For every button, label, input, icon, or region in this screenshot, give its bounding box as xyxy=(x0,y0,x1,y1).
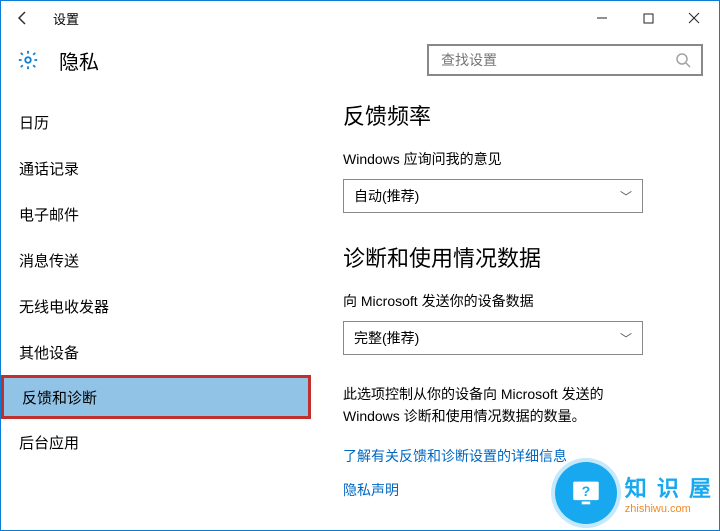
dropdown-value: 自动(推荐) xyxy=(354,186,419,206)
watermark-text-cn: 知 识 屋 xyxy=(625,471,713,503)
section-title-diagnostics: 诊断和使用情况数据 xyxy=(343,241,687,273)
sidebar-item-label: 无线电收发器 xyxy=(19,296,109,317)
search-field[interactable] xyxy=(439,51,675,69)
sidebar-item-label: 消息传送 xyxy=(19,250,79,271)
sidebar-item-label: 日历 xyxy=(19,112,49,133)
sidebar: 日历 通话记录 电子邮件 消息传送 无线电收发器 其他设备 反馈和诊断 后台应用 xyxy=(1,85,311,530)
gear-icon xyxy=(17,49,39,71)
sidebar-item-label: 其他设备 xyxy=(19,342,79,363)
sidebar-item-feedback-diagnostics[interactable]: 反馈和诊断 xyxy=(1,375,311,419)
sidebar-item-radios[interactable]: 无线电收发器 xyxy=(1,283,311,329)
back-button[interactable] xyxy=(7,3,39,33)
chevron-down-icon: ﹀ xyxy=(620,330,632,347)
sidebar-item-label: 反馈和诊断 xyxy=(22,387,97,408)
window-title: 设置 xyxy=(53,9,79,28)
svg-text:?: ? xyxy=(581,484,590,500)
close-button[interactable] xyxy=(671,3,717,33)
section-title-feedback: 反馈频率 xyxy=(343,99,687,131)
watermark-icon: ? xyxy=(555,462,617,524)
watermark: ? 知 识 屋 zhishiwu.com xyxy=(555,462,713,524)
chevron-down-icon: ﹀ xyxy=(620,188,632,205)
feedback-frequency-label: Windows 应询问我的意见 xyxy=(343,149,687,169)
sidebar-item-label: 通话记录 xyxy=(19,158,79,179)
sidebar-item-messaging[interactable]: 消息传送 xyxy=(1,237,311,283)
search-input[interactable] xyxy=(427,44,703,76)
sidebar-item-other-devices[interactable]: 其他设备 xyxy=(1,329,311,375)
diagnostics-note: 此选项控制从你的设备向 Microsoft 发送的 Windows 诊断和使用情… xyxy=(343,383,653,428)
sidebar-item-email[interactable]: 电子邮件 xyxy=(1,191,311,237)
watermark-text-en: zhishiwu.com xyxy=(625,503,691,515)
diagnostics-dropdown[interactable]: 完整(推荐) ﹀ xyxy=(343,321,643,355)
diagnostics-label: 向 Microsoft 发送你的设备数据 xyxy=(343,291,687,311)
search-icon xyxy=(675,52,691,68)
sidebar-item-background-apps[interactable]: 后台应用 xyxy=(1,419,311,465)
page-title: 隐私 xyxy=(59,46,99,75)
dropdown-value: 完整(推荐) xyxy=(354,328,419,348)
sidebar-item-calendar[interactable]: 日历 xyxy=(1,99,311,145)
maximize-button[interactable] xyxy=(625,3,671,33)
sidebar-item-label: 后台应用 xyxy=(19,432,79,453)
feedback-frequency-dropdown[interactable]: 自动(推荐) ﹀ xyxy=(343,179,643,213)
sidebar-item-label: 电子邮件 xyxy=(19,204,79,225)
minimize-button[interactable] xyxy=(579,3,625,33)
sidebar-item-call-history[interactable]: 通话记录 xyxy=(1,145,311,191)
